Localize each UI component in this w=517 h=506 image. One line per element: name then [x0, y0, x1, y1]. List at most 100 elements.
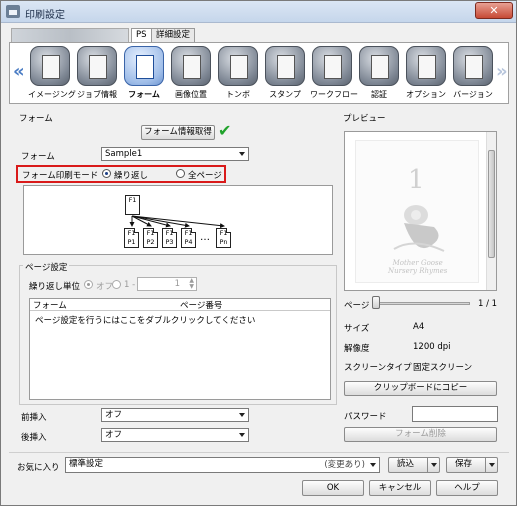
form-info-button[interactable]: フォーム情報取得 [141, 125, 215, 140]
divider [9, 452, 509, 453]
copy-clipboard-button[interactable]: クリップボードにコピー [344, 381, 497, 396]
ok-button[interactable]: OK [302, 480, 364, 496]
resolution-label: 解像度 [344, 344, 370, 354]
authentication-icon [359, 46, 399, 86]
password-label: パスワード [344, 412, 387, 422]
preview-book-title: Mother Goose Nursery Rhymes [388, 259, 448, 275]
favorites-select[interactable]: 標準設定 (変更あり) [65, 457, 380, 473]
job-info-icon [77, 46, 117, 86]
preview-group-title: プレビュー [343, 114, 386, 124]
front-insert-label: 前挿入 [21, 413, 47, 423]
page-settings-list-header: フォーム ページ番号 [30, 299, 330, 311]
repeat-unit-label: 繰り返し単位 [29, 282, 81, 292]
preview-page-number: 1 [408, 165, 425, 195]
mode-all-pages-radio[interactable] [176, 169, 185, 178]
tool-crop-marks[interactable]: トンボ [216, 46, 260, 100]
col-page-number[interactable]: ページ番号 [180, 299, 222, 311]
chevron-down-icon[interactable] [431, 463, 437, 467]
tool-image-position[interactable]: 画像位置 [169, 46, 213, 100]
print-settings-dialog: 印刷設定 ✕ PS 詳細設定 « イメージング ジョブ情報 フォーム 画像位置 … [0, 0, 517, 506]
form-icon [124, 46, 164, 86]
help-button[interactable]: ヘルプ [436, 480, 498, 496]
toolbar-next-arrow[interactable]: » [496, 61, 508, 82]
repeat-off-radio[interactable] [84, 280, 93, 289]
diagram-page-1: F1 P1 [124, 228, 139, 248]
tool-imaging[interactable]: イメージング [28, 46, 76, 100]
category-toolbar: « イメージング ジョブ情報 フォーム 画像位置 トンボ スタンプ ワークフロー… [9, 42, 509, 104]
tab-ps[interactable]: PS [131, 28, 152, 43]
version-icon [453, 46, 493, 86]
preview-page: 1 Mother Goose Nursery Rhymes [355, 140, 479, 283]
password-input[interactable] [412, 406, 498, 422]
form-print-mode-label: フォーム印刷モード [22, 171, 99, 181]
front-insert-select[interactable]: オフ [101, 408, 249, 422]
page-settings-hint: ページ設定を行うにはここをダブルクリックしてください [35, 316, 256, 326]
imaging-icon [30, 46, 70, 86]
printer-icon [6, 5, 20, 18]
back-insert-select[interactable]: オフ [101, 428, 249, 442]
tool-version[interactable]: バージョン [451, 46, 495, 100]
preview-pane: 1 Mother Goose Nursery Rhymes [344, 131, 497, 291]
options-icon [406, 46, 446, 86]
chevron-down-icon[interactable] [489, 463, 495, 467]
workflow-icon [312, 46, 352, 86]
mode-repeat-label: 繰り返し [114, 171, 149, 181]
tool-job-info[interactable]: ジョブ情報 [75, 46, 119, 100]
preview-scroll-thumb[interactable] [488, 150, 495, 258]
preview-illustration [393, 205, 445, 252]
preview-scrollbar[interactable] [486, 132, 496, 290]
image-position-icon [171, 46, 211, 86]
tool-options[interactable]: オプション [404, 46, 448, 100]
form-select[interactable]: Sample1 [101, 147, 249, 161]
page-slider-track[interactable] [374, 302, 470, 305]
title-bar: 印刷設定 ✕ [1, 1, 516, 23]
repeat-range-radio[interactable] [112, 280, 121, 289]
repeat-range-label: 1 - [124, 280, 136, 290]
chevron-down-icon [239, 433, 245, 437]
tool-authentication[interactable]: 認証 [357, 46, 401, 100]
col-form[interactable]: フォーム [33, 299, 67, 311]
chevron-down-icon [370, 463, 376, 467]
diagram-ellipsis: … [200, 232, 210, 243]
diagram-page-3: F1 P3 [162, 228, 177, 248]
stamp-icon [265, 46, 305, 86]
cancel-button[interactable]: キャンセル [369, 480, 431, 496]
tool-workflow[interactable]: ワークフロー [310, 46, 358, 100]
window-title: 印刷設定 [25, 10, 65, 21]
page-settings-title: ページ設定 [23, 261, 70, 273]
resolution-value: 1200 dpi [413, 342, 451, 352]
size-value: A4 [413, 322, 425, 332]
tab-strip: PS 詳細設定 [11, 28, 508, 43]
chevron-down-icon [239, 152, 245, 156]
form-label: フォーム [21, 152, 55, 162]
page-settings-list[interactable]: フォーム ページ番号 ページ設定を行うにはここをダブルクリックしてください [29, 298, 331, 400]
tab-printer-name[interactable] [11, 28, 129, 42]
screen-type-label: スクリーンタイプ [344, 363, 412, 373]
save-button[interactable]: 保存 [446, 457, 498, 473]
mode-repeat-radio[interactable] [102, 169, 111, 178]
diagram-page-n: F1 Pn [216, 228, 231, 248]
diagram-arrows [129, 215, 225, 229]
check-icon: ✔ [218, 121, 232, 140]
tool-form[interactable]: フォーム [122, 46, 166, 100]
load-button[interactable]: 読込 [388, 457, 440, 473]
screen-type-value: 固定スクリーン [413, 363, 473, 373]
tool-stamp[interactable]: スタンプ [263, 46, 307, 100]
size-label: サイズ [344, 324, 370, 334]
crop-marks-icon [218, 46, 258, 86]
tab-advanced[interactable]: 詳細設定 [151, 28, 196, 42]
page-slider-thumb[interactable] [372, 296, 380, 309]
favorites-label: お気に入り [17, 463, 60, 473]
spinner-arrows-icon[interactable]: ▲ ▼ [189, 278, 194, 290]
close-button[interactable]: ✕ [475, 2, 513, 19]
repeat-unit-spinner[interactable]: 1 ▲ ▼ [137, 277, 197, 291]
delete-form-button[interactable]: フォーム削除 [344, 427, 497, 442]
back-insert-label: 後挿入 [21, 433, 47, 443]
page-slider-label: ページ [344, 301, 370, 311]
form-group-title: フォーム [19, 114, 53, 124]
diagram-page-2: F1 P2 [143, 228, 158, 248]
diagram-page-4: F1 P4 [181, 228, 196, 248]
mode-all-pages-label: 全ページ [188, 171, 222, 181]
toolbar-prev-arrow[interactable]: « [13, 61, 25, 82]
favorites-changed: (変更あり) [324, 460, 365, 470]
